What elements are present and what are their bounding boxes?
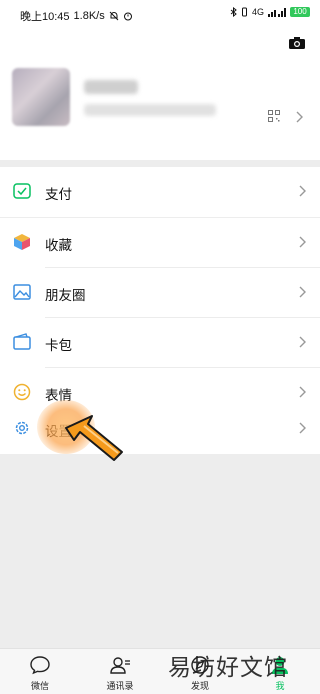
vibrate-icon	[241, 7, 247, 17]
moments-image-icon	[13, 284, 31, 300]
favorites-cube-icon	[14, 234, 30, 250]
menu-item-cards[interactable]: 卡包	[0, 318, 320, 368]
pay-icon	[13, 183, 31, 199]
signal-icon	[268, 8, 286, 17]
card-wallet-icon	[13, 333, 31, 350]
tab-chats[interactable]: 微信	[0, 649, 80, 694]
menu-item-moments[interactable]: 朋友圈	[0, 268, 320, 318]
chevron-right-icon	[299, 236, 306, 248]
status-time: 晚上10:45	[20, 11, 70, 23]
tab-label-contacts: 通讯录	[106, 681, 134, 691]
gear-icon	[15, 421, 29, 435]
menu-label-cards: 卡包	[45, 338, 72, 353]
chevron-right-icon	[299, 336, 306, 348]
tab-label-chats: 微信	[30, 681, 49, 691]
menu-group-main: 收藏 朋友圈 卡包 表情	[0, 218, 320, 418]
status-right: 4G 100	[230, 7, 310, 17]
battery-indicator: 100	[290, 7, 310, 17]
profile-name-blurred	[84, 80, 138, 94]
bluetooth-icon	[230, 7, 237, 17]
status-bar: 晚上10:45 1.8K/s 4G 100	[0, 0, 320, 30]
menu-item-favorites[interactable]: 收藏	[0, 218, 320, 268]
avatar[interactable]	[12, 68, 70, 126]
menu-group-pay: 支付	[0, 167, 320, 217]
qr-code-icon[interactable]	[268, 110, 280, 122]
pointer-arrow-icon	[65, 415, 123, 461]
contacts-icon	[110, 657, 130, 674]
smiley-icon	[13, 383, 31, 401]
tab-contacts[interactable]: 通讯录	[80, 649, 160, 694]
camera-icon[interactable]	[288, 36, 306, 50]
chevron-right-icon	[299, 185, 306, 197]
network-type: 4G	[251, 7, 264, 17]
bell-off-icon	[109, 11, 119, 21]
status-speed: 1.8K/s	[73, 10, 105, 22]
menu-label-moments: 朋友圈	[45, 288, 86, 303]
menu-item-pay[interactable]: 支付	[0, 167, 320, 217]
menu-label-pay: 支付	[45, 187, 72, 202]
status-left: 晚上10:45 1.8K/s	[20, 8, 133, 24]
chevron-right-icon	[299, 422, 306, 434]
menu-label-favorites: 收藏	[45, 238, 72, 253]
profile-card[interactable]	[0, 30, 320, 160]
watermark-text: 易坊好文馆	[168, 655, 288, 681]
chat-icon	[30, 656, 50, 675]
chevron-right-icon	[299, 286, 306, 298]
chevron-right-icon	[299, 386, 306, 398]
alarm-icon	[123, 12, 132, 21]
chevron-right-icon	[296, 111, 303, 123]
profile-id-blurred	[84, 104, 216, 116]
